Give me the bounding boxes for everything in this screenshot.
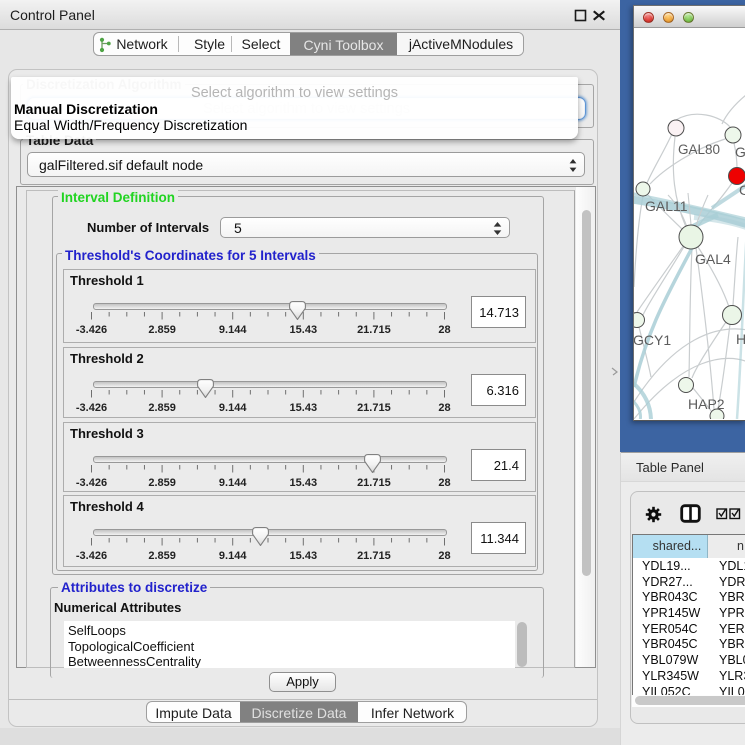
svg-text:GA: GA [735,144,745,160]
svg-text:C: C [739,182,745,198]
svg-text:GAL11: GAL11 [645,198,688,214]
svg-text:GAL4: GAL4 [695,251,731,267]
svg-text:GAL80: GAL80 [678,142,720,157]
svg-text:HAP2: HAP2 [688,396,725,412]
svg-text:H: H [736,331,745,347]
svg-text:GCY1: GCY1 [634,332,671,348]
